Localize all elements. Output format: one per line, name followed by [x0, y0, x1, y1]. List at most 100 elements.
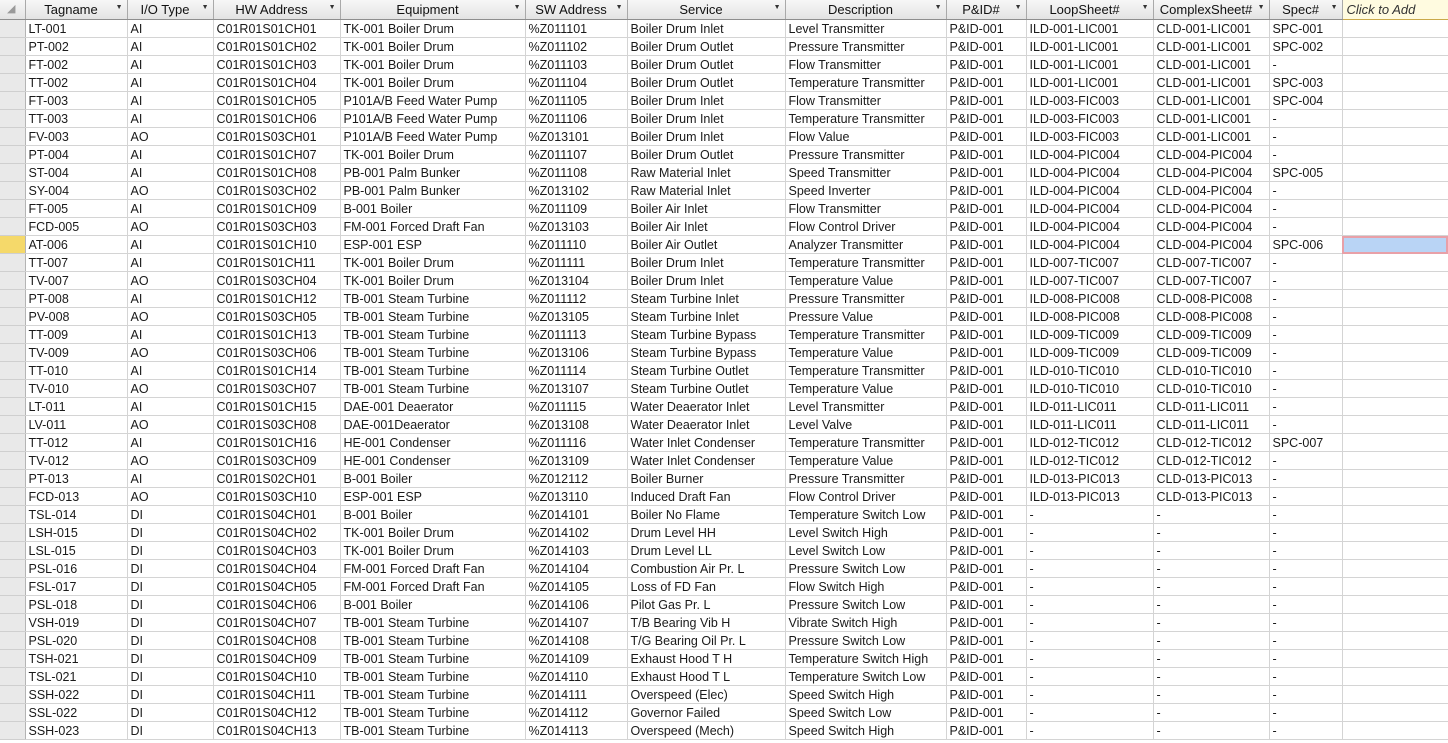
cell-sw-address[interactable]: %Z013110 — [525, 487, 628, 506]
cell-pid[interactable]: P&ID-001 — [946, 451, 1027, 470]
record-selector[interactable] — [0, 37, 26, 56]
cell-hw-address[interactable]: C01R01S04CH01 — [213, 505, 341, 524]
cell-loopsheet[interactable]: ILD-004-PIC004 — [1026, 199, 1154, 218]
cell-description[interactable]: Pressure Switch Low — [785, 595, 947, 614]
cell-spec[interactable]: - — [1269, 379, 1343, 398]
cell-complexsheet[interactable]: CLD-013-PIC013 — [1153, 487, 1270, 506]
cell-io-type[interactable]: AI — [127, 163, 214, 182]
cell-description[interactable]: Temperature Value — [785, 451, 947, 470]
cell-io-type[interactable]: AO — [127, 271, 214, 290]
cell-complexsheet[interactable]: CLD-012-TIC012 — [1153, 433, 1270, 452]
cell-sw-address[interactable]: %Z011107 — [525, 145, 628, 164]
cell-io-type[interactable]: AI — [127, 145, 214, 164]
cell-description[interactable]: Pressure Value — [785, 307, 947, 326]
record-selector[interactable] — [0, 163, 26, 182]
cell-tagname[interactable]: TT-003 — [25, 109, 128, 128]
cell-tagname[interactable]: FCD-005 — [25, 217, 128, 236]
cell-service[interactable]: Boiler Drum Outlet — [627, 55, 786, 74]
cell-service[interactable]: Overspeed (Mech) — [627, 721, 786, 740]
cell-io-type[interactable]: DI — [127, 685, 214, 704]
cell-service[interactable]: Combustion Air Pr. L — [627, 559, 786, 578]
cell-spec[interactable]: - — [1269, 145, 1343, 164]
cell-new-column[interactable] — [1342, 217, 1448, 236]
cell-complexsheet[interactable]: CLD-008-PIC008 — [1153, 289, 1270, 308]
cell-description[interactable]: Flow Transmitter — [785, 55, 947, 74]
cell-hw-address[interactable]: C01R01S01CH14 — [213, 361, 341, 380]
cell-complexsheet[interactable]: CLD-010-TIC010 — [1153, 379, 1270, 398]
cell-description[interactable]: Speed Switch High — [785, 685, 947, 704]
cell-service[interactable]: T/B Bearing Vib H — [627, 613, 786, 632]
cell-io-type[interactable]: AI — [127, 397, 214, 416]
cell-io-type[interactable]: AO — [127, 127, 214, 146]
cell-new-column[interactable] — [1342, 379, 1448, 398]
cell-io-type[interactable]: AO — [127, 307, 214, 326]
cell-tagname[interactable]: TSH-021 — [25, 649, 128, 668]
cell-equipment[interactable]: ESP-001 ESP — [340, 487, 526, 506]
cell-loopsheet[interactable]: ILD-004-PIC004 — [1026, 217, 1154, 236]
table-row[interactable]: FT-002 AI C01R01S01CH03 TK-001 Boiler Drum%… — [0, 55, 1448, 74]
record-selector[interactable] — [0, 55, 26, 74]
cell-pid[interactable]: P&ID-001 — [946, 649, 1027, 668]
cell-loopsheet[interactable]: ILD-007-TIC007 — [1026, 271, 1154, 290]
table-row[interactable]: ST-004 AI C01R01S01CH08 PB-001 Palm Bunker%… — [0, 163, 1448, 182]
cell-equipment[interactable]: TK-001 Boiler Drum — [340, 37, 526, 56]
cell-equipment[interactable]: TB-001 Steam Turbine — [340, 613, 526, 632]
cell-tagname[interactable]: FV-003 — [25, 127, 128, 146]
cell-description[interactable]: Speed Switch High — [785, 721, 947, 740]
cell-pid[interactable]: P&ID-001 — [946, 361, 1027, 380]
cell-service[interactable]: Boiler Air Inlet — [627, 199, 786, 218]
filter-dropdown-icon[interactable]: ▼ — [1142, 4, 1149, 11]
cell-equipment[interactable]: B-001 Boiler — [340, 199, 526, 218]
table-row[interactable]: TT-009 AI C01R01S01CH13 TB-001 Steam Turbin… — [0, 325, 1448, 344]
cell-pid[interactable]: P&ID-001 — [946, 163, 1027, 182]
table-row[interactable]: TV-010 AO C01R01S03CH07 TB-001 Steam Turbin… — [0, 379, 1448, 398]
cell-equipment[interactable]: TB-001 Steam Turbine — [340, 685, 526, 704]
column-header-hw-address[interactable]: HW Address ▼ — [213, 0, 341, 20]
cell-pid[interactable]: P&ID-001 — [946, 73, 1027, 92]
cell-new-column[interactable] — [1342, 595, 1448, 614]
cell-spec[interactable]: - — [1269, 343, 1343, 362]
column-header-sw-address[interactable]: SW Address ▼ — [525, 0, 628, 20]
cell-sw-address[interactable]: %Z011109 — [525, 199, 628, 218]
record-selector[interactable] — [0, 415, 26, 434]
cell-hw-address[interactable]: C01R01S01CH13 — [213, 325, 341, 344]
cell-description[interactable]: Pressure Switch Low — [785, 631, 947, 650]
cell-complexsheet[interactable]: - — [1153, 595, 1270, 614]
cell-sw-address[interactable]: %Z014106 — [525, 595, 628, 614]
cell-description[interactable]: Flow Transmitter — [785, 199, 947, 218]
cell-spec[interactable]: - — [1269, 595, 1343, 614]
cell-equipment[interactable]: FM-001 Forced Draft Fan — [340, 559, 526, 578]
cell-pid[interactable]: P&ID-001 — [946, 433, 1027, 452]
cell-hw-address[interactable]: C01R01S01CH05 — [213, 91, 341, 110]
cell-pid[interactable]: P&ID-001 — [946, 721, 1027, 740]
cell-sw-address[interactable]: %Z013103 — [525, 217, 628, 236]
cell-description[interactable]: Speed Switch Low — [785, 703, 947, 722]
cell-spec[interactable]: SPC-001 — [1269, 19, 1343, 38]
cell-loopsheet[interactable]: - — [1026, 559, 1154, 578]
cell-loopsheet[interactable]: ILD-004-PIC004 — [1026, 235, 1154, 254]
cell-description[interactable]: Speed Transmitter — [785, 163, 947, 182]
cell-service[interactable]: Boiler Burner — [627, 469, 786, 488]
cell-equipment[interactable]: TK-001 Boiler Drum — [340, 145, 526, 164]
cell-equipment[interactable]: TB-001 Steam Turbine — [340, 361, 526, 380]
cell-hw-address[interactable]: C01R01S04CH06 — [213, 595, 341, 614]
cell-service[interactable]: Boiler No Flame — [627, 505, 786, 524]
table-row[interactable]: TT-002 AI C01R01S01CH04 TK-001 Boiler Drum%… — [0, 73, 1448, 92]
cell-new-column[interactable] — [1342, 469, 1448, 488]
cell-loopsheet[interactable]: ILD-009-TIC009 — [1026, 343, 1154, 362]
table-row[interactable]: PT-002 AI C01R01S01CH02 TK-001 Boiler Drum%… — [0, 37, 1448, 56]
cell-loopsheet[interactable]: ILD-010-TIC010 — [1026, 379, 1154, 398]
cell-spec[interactable]: - — [1269, 523, 1343, 542]
filter-dropdown-icon[interactable]: ▼ — [1015, 4, 1022, 11]
cell-tagname[interactable]: TT-009 — [25, 325, 128, 344]
cell-service[interactable]: Boiler Drum Inlet — [627, 19, 786, 38]
filter-dropdown-icon[interactable]: ▼ — [1258, 4, 1265, 11]
cell-hw-address[interactable]: C01R01S03CH09 — [213, 451, 341, 470]
cell-sw-address[interactable]: %Z011111 — [525, 253, 628, 272]
cell-service[interactable]: Water Inlet Condenser — [627, 433, 786, 452]
cell-complexsheet[interactable]: CLD-001-LIC001 — [1153, 73, 1270, 92]
cell-complexsheet[interactable]: CLD-007-TIC007 — [1153, 253, 1270, 272]
table-row[interactable]: TSH-021 DI C01R01S04CH09 TB-001 Steam Turbi… — [0, 649, 1448, 668]
cell-spec[interactable]: - — [1269, 199, 1343, 218]
cell-loopsheet[interactable]: - — [1026, 577, 1154, 596]
